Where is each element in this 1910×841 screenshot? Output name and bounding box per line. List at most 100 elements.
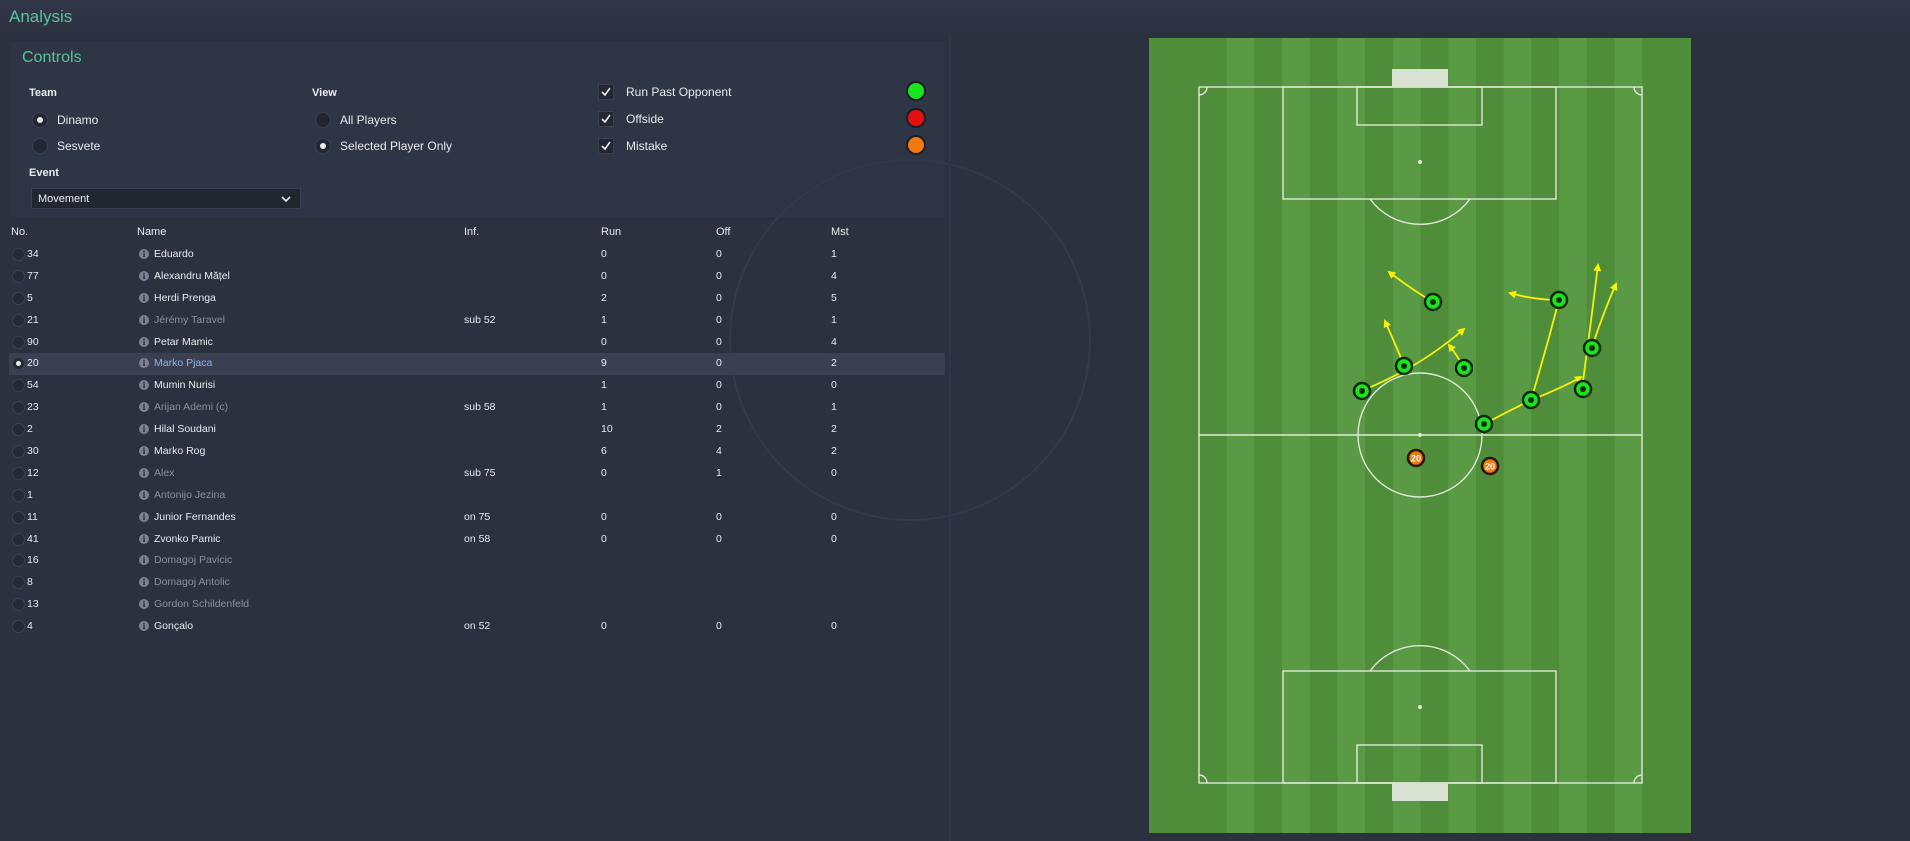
player-mst: 5: [831, 291, 837, 304]
info-icon[interactable]: i: [139, 336, 149, 347]
info-icon[interactable]: i: [139, 489, 149, 500]
info-icon[interactable]: i: [139, 467, 149, 478]
table-row[interactable]: 16 i Domagoj Pavicic: [9, 550, 945, 572]
player-name[interactable]: Marko Rog: [154, 445, 205, 457]
info-icon[interactable]: i: [139, 599, 149, 610]
row-select-radio[interactable]: [12, 532, 25, 546]
row-select-radio[interactable]: [12, 445, 25, 459]
team-option-sesvete[interactable]: Sesvete: [32, 137, 100, 155]
info-icon[interactable]: i: [139, 533, 149, 544]
table-row[interactable]: 21 i Jérémy Taravel sub 52 1 0 1: [9, 310, 945, 332]
player-name[interactable]: Petar Mamic: [154, 336, 213, 348]
row-select-radio[interactable]: [12, 291, 25, 305]
row-select-radio[interactable]: [12, 401, 25, 415]
info-icon[interactable]: i: [139, 621, 149, 632]
checkbox-mistake[interactable]: [598, 138, 614, 154]
table-row[interactable]: 8 i Domagoj Antolic: [9, 572, 945, 594]
player-name[interactable]: Antonijo Jezina: [154, 489, 225, 501]
run-marker: [1573, 379, 1593, 399]
event-dropdown[interactable]: Movement: [31, 188, 301, 209]
table-row[interactable]: 23 i Arijan Ademi (c) sub 58 1 0 1: [9, 397, 945, 419]
row-select-radio[interactable]: [12, 423, 25, 437]
checkbox-offside[interactable]: [598, 111, 614, 127]
filter-mistake[interactable]: Mistake: [598, 137, 667, 155]
row-select-radio[interactable]: [12, 598, 25, 612]
player-name[interactable]: Arijan Ademi (c): [154, 401, 228, 413]
row-select-radio[interactable]: [12, 510, 25, 524]
table-row[interactable]: 2 i Hilal Soudani 10 2 2: [9, 419, 945, 441]
view-option-selected-player[interactable]: Selected Player Only: [315, 137, 452, 155]
player-name[interactable]: Mumin Nurisi: [154, 379, 215, 391]
player-name[interactable]: Hilal Soudani: [154, 423, 216, 435]
radio-all-players[interactable]: [315, 112, 331, 128]
row-select-radio[interactable]: [12, 357, 25, 371]
row-select-radio[interactable]: [12, 620, 25, 634]
table-row[interactable]: 41 i Zvonko Pamic on 58 0 0 0: [9, 529, 945, 551]
row-select-radio[interactable]: [12, 269, 25, 283]
table-row[interactable]: 4 i Gonçalo on 52 0 0 0: [9, 616, 945, 638]
radio-sesvete[interactable]: [32, 138, 48, 154]
info-icon[interactable]: i: [139, 402, 149, 413]
player-name[interactable]: Gordon Schildenfeld: [154, 598, 249, 610]
checkbox-run-past-opponent[interactable]: [598, 84, 614, 100]
info-icon[interactable]: i: [139, 380, 149, 391]
team-option-label: Sesvete: [57, 139, 101, 153]
row-select-radio[interactable]: [12, 466, 25, 480]
player-name[interactable]: Domagoj Antolic: [154, 576, 230, 588]
filter-run-past-opponent[interactable]: Run Past Opponent: [598, 83, 731, 101]
player-number: 2: [27, 423, 33, 436]
radio-selected-player[interactable]: [315, 138, 331, 154]
player-mst: 2: [831, 445, 837, 458]
player-name[interactable]: Alex: [154, 467, 174, 479]
table-row[interactable]: 11 i Junior Fernandes on 75 0 0 0: [9, 507, 945, 529]
info-icon[interactable]: i: [139, 446, 149, 457]
radio-dinamo[interactable]: [32, 112, 48, 128]
player-name[interactable]: Gonçalo: [154, 620, 193, 632]
table-row[interactable]: 1 i Antonijo Jezina: [9, 485, 945, 507]
info-icon[interactable]: i: [139, 511, 149, 522]
table-row[interactable]: 12 i Alex sub 75 0 1 0: [9, 463, 945, 485]
table-row[interactable]: 34 i Eduardo 0 0 1: [9, 244, 945, 266]
player-inf: on 52: [464, 620, 491, 633]
info-icon[interactable]: i: [139, 270, 149, 281]
info-icon[interactable]: i: [139, 424, 149, 435]
row-select-radio[interactable]: [12, 248, 25, 261]
player-name[interactable]: Marko Pjaca: [154, 357, 212, 369]
table-row[interactable]: 90 i Petar Mamic 0 0 4: [9, 332, 945, 354]
table-header: No. Name Inf. Run Off Mst: [9, 224, 945, 240]
row-select-radio[interactable]: [12, 313, 25, 327]
mistake-color-dot: [908, 137, 924, 153]
player-name[interactable]: Junior Fernandes: [154, 511, 236, 523]
player-off: 4: [716, 445, 722, 458]
player-name[interactable]: Eduardo: [154, 248, 194, 260]
view-option-all-players[interactable]: All Players: [315, 111, 397, 129]
info-icon[interactable]: i: [139, 358, 149, 369]
player-mst: 0: [831, 379, 837, 392]
player-name[interactable]: Zvonko Pamic: [154, 533, 221, 545]
info-icon[interactable]: i: [139, 577, 149, 588]
player-name[interactable]: Alexandru Mățel: [154, 270, 230, 282]
player-name[interactable]: Domagoj Pavicic: [154, 554, 232, 566]
player-off: 1: [716, 466, 722, 479]
table-row[interactable]: 20 i Marko Pjaca 9 0 2: [9, 353, 945, 376]
table-row[interactable]: 30 i Marko Rog 6 4 2: [9, 441, 945, 463]
team-option-dinamo[interactable]: Dinamo: [32, 111, 98, 129]
row-select-radio[interactable]: [12, 576, 25, 590]
filter-offside[interactable]: Offside: [598, 110, 664, 128]
table-row[interactable]: 77 i Alexandru Mățel 0 0 4: [9, 266, 945, 288]
row-select-radio[interactable]: [12, 488, 25, 502]
table-row[interactable]: 13 i Gordon Schildenfeld: [9, 594, 945, 616]
player-name[interactable]: Jérémy Taravel: [154, 314, 225, 326]
info-icon[interactable]: i: [139, 314, 149, 325]
player-off: 0: [716, 335, 722, 348]
table-row[interactable]: 5 i Herdi Prenga 2 0 5: [9, 288, 945, 310]
row-select-radio[interactable]: [12, 554, 25, 568]
info-icon[interactable]: i: [139, 292, 149, 303]
row-select-radio[interactable]: [12, 379, 25, 393]
player-name[interactable]: Herdi Prenga: [154, 292, 216, 304]
filter-label: Run Past Opponent: [626, 85, 732, 99]
info-icon[interactable]: i: [139, 249, 149, 259]
row-select-radio[interactable]: [12, 335, 25, 349]
info-icon[interactable]: i: [139, 555, 149, 566]
table-row[interactable]: 54 i Mumin Nurisi 1 0 0: [9, 375, 945, 397]
